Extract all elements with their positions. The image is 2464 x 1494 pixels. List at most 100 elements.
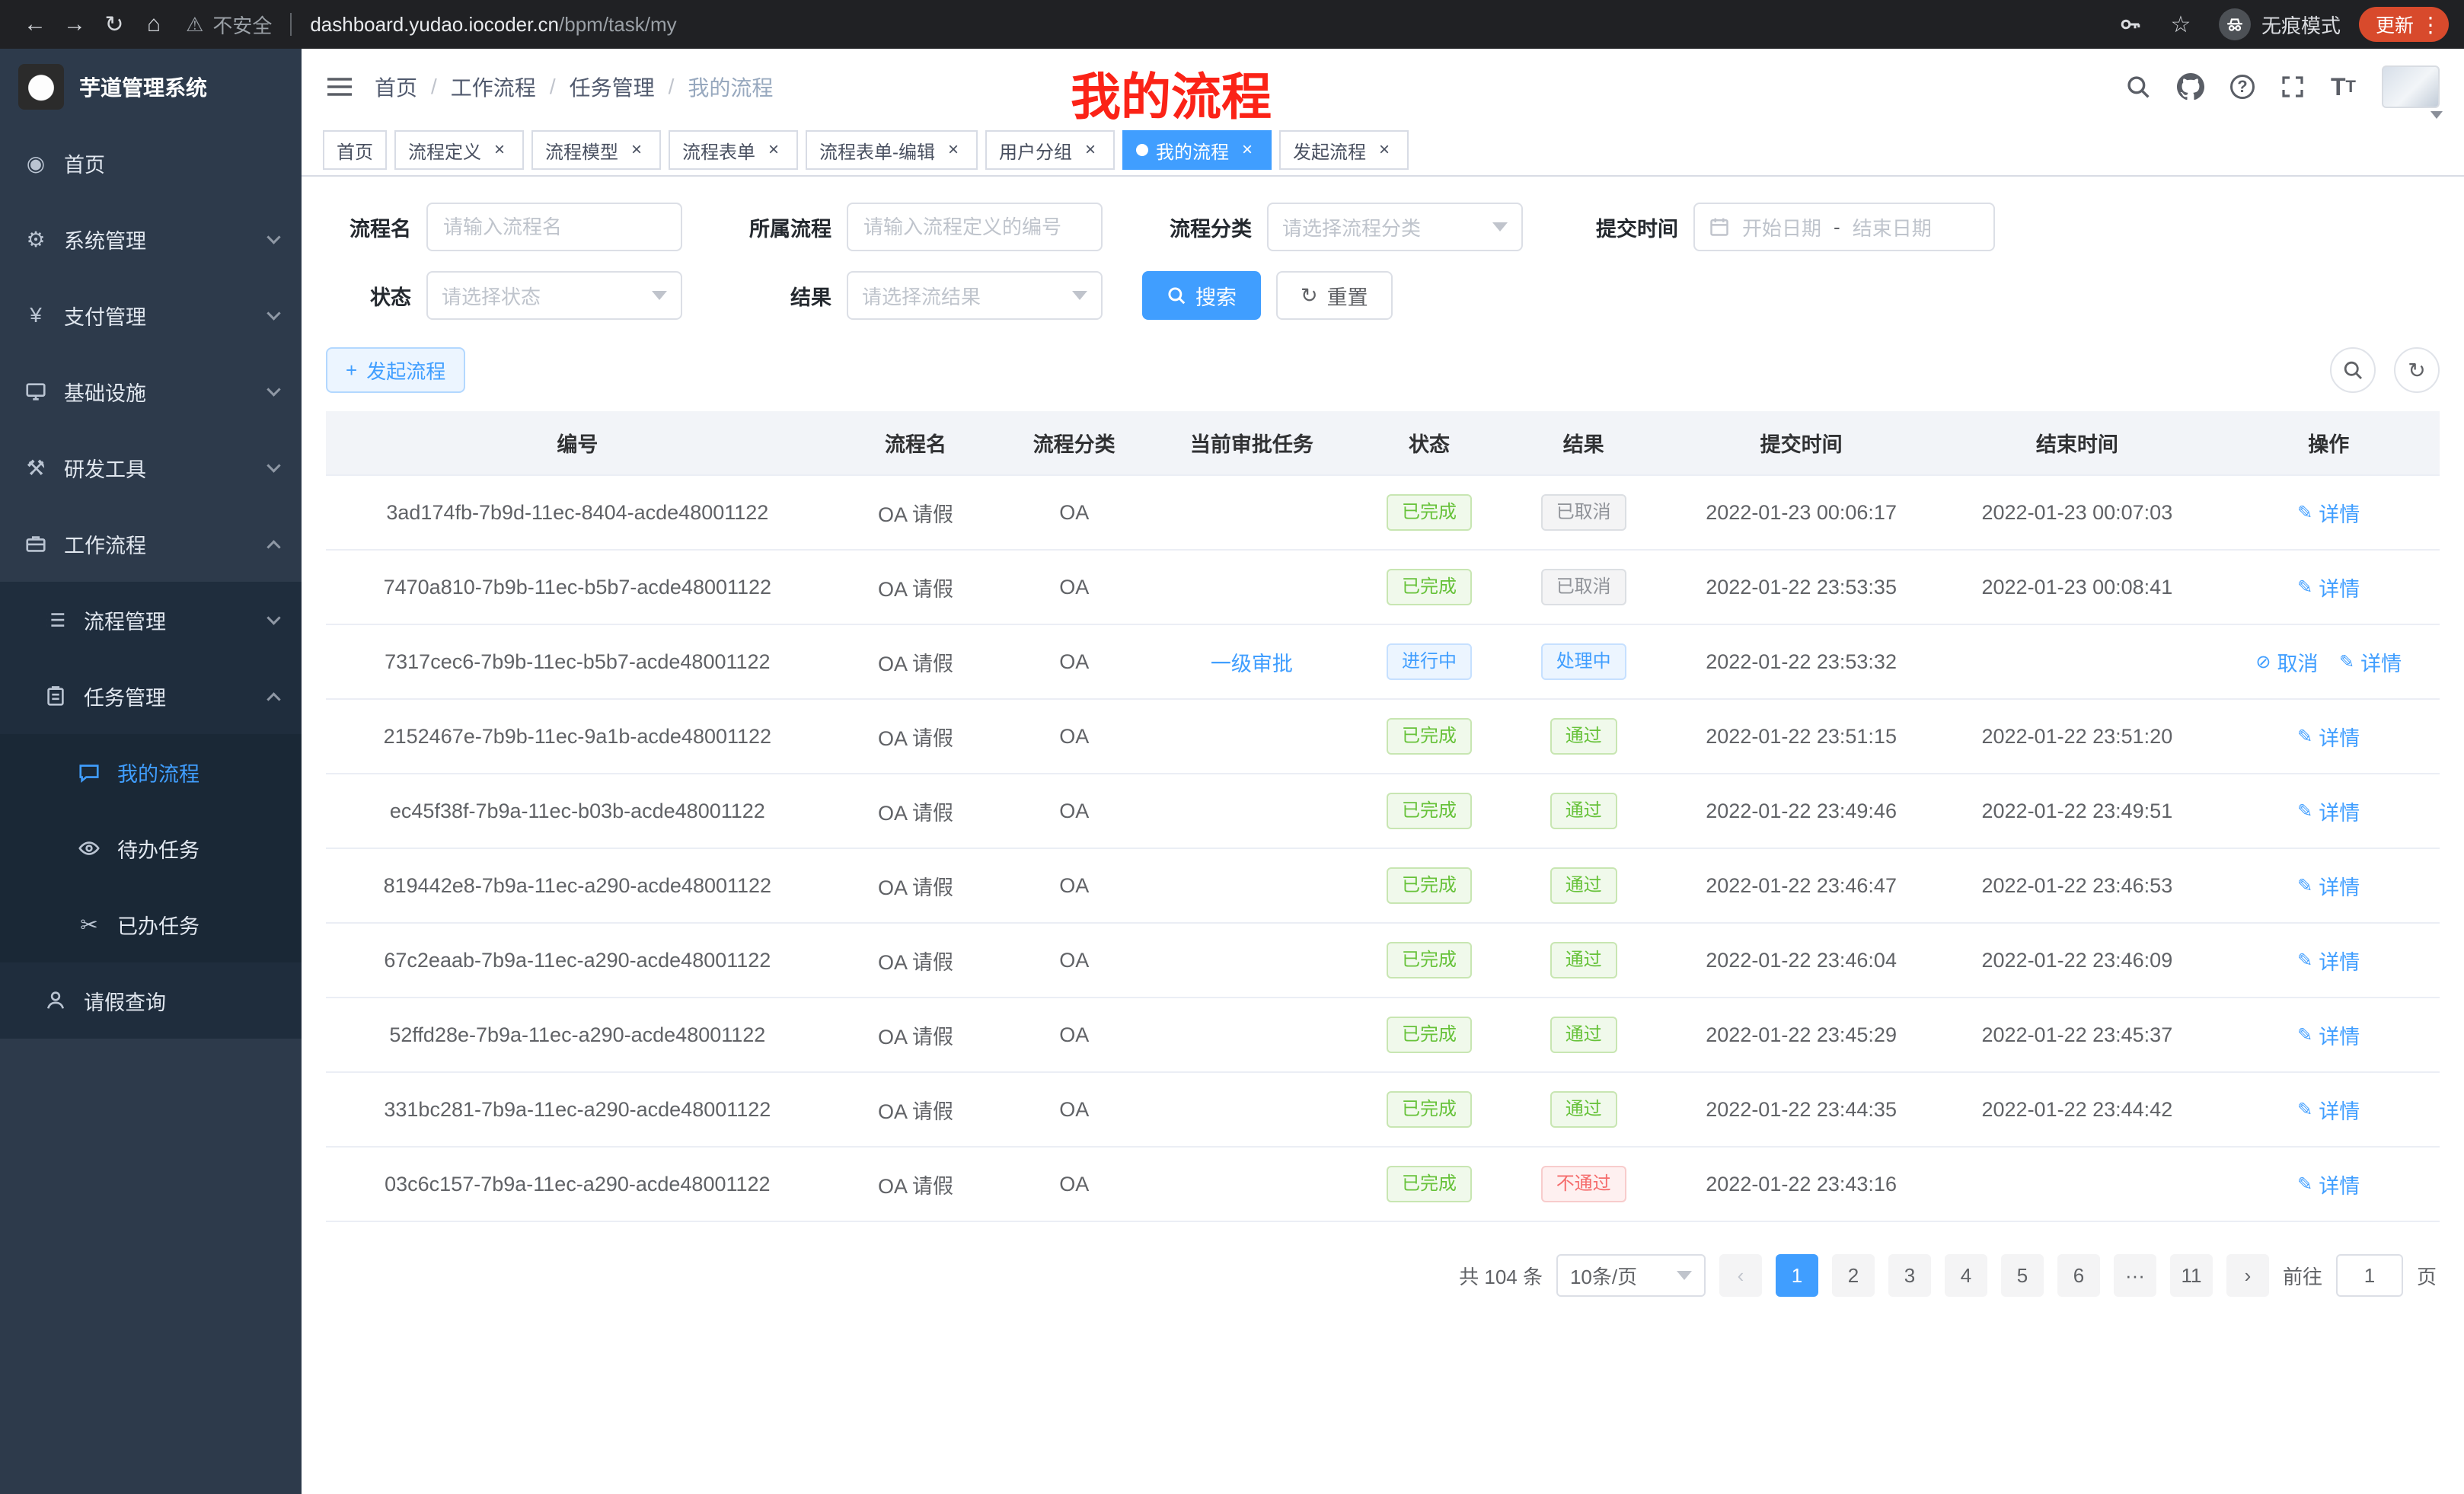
create-process-button[interactable]: + 发起流程 bbox=[326, 347, 465, 393]
status-select[interactable]: 请选择状态 bbox=[426, 271, 682, 320]
search-icon[interactable] bbox=[2125, 74, 2151, 100]
result-select[interactable]: 请选择流结果 bbox=[847, 271, 1103, 320]
github-icon[interactable] bbox=[2177, 73, 2204, 101]
cell-end-time: 2022-01-22 23:46:53 bbox=[1936, 848, 2217, 923]
cell-current-task bbox=[1146, 923, 1358, 998]
detail-link[interactable]: ✎详情 bbox=[2297, 722, 2360, 752]
search-button[interactable]: 搜索 bbox=[1142, 271, 1261, 320]
bookmark-star-icon[interactable]: ☆ bbox=[2161, 5, 2201, 44]
yen-icon: ¥ bbox=[23, 303, 49, 327]
user-menu[interactable] bbox=[2382, 65, 2440, 108]
password-key-icon[interactable] bbox=[2118, 12, 2143, 37]
browser-reload-icon[interactable]: ↻ bbox=[94, 5, 134, 44]
detail-link[interactable]: ✎详情 bbox=[2297, 796, 2360, 826]
sidebar-item-process-mgmt[interactable]: 流程管理 bbox=[0, 582, 302, 658]
detail-link[interactable]: ✎详情 bbox=[2297, 871, 2360, 901]
page-button-last[interactable]: 11 bbox=[2170, 1254, 2213, 1297]
detail-link[interactable]: ✎详情 bbox=[2297, 498, 2360, 528]
close-icon[interactable]: × bbox=[763, 139, 784, 161]
breadcrumb-item-home[interactable]: 首页 bbox=[375, 72, 417, 102]
sidebar-item-leave-query[interactable]: 请假查询 bbox=[0, 962, 302, 1039]
tab-my-process[interactable]: 我的流程× bbox=[1122, 130, 1272, 170]
browser-back-icon[interactable]: ← bbox=[15, 5, 55, 44]
sidebar-item-dev-tools[interactable]: ⚒ 研发工具 bbox=[0, 429, 302, 506]
sidebar-item-workflow[interactable]: 工作流程 bbox=[0, 506, 302, 582]
cell-id: 67c2eaab-7b9a-11ec-a290-acde48001122 bbox=[326, 923, 829, 998]
cell-name: OA 请假 bbox=[829, 1147, 1003, 1221]
help-icon[interactable]: ? bbox=[2230, 75, 2255, 99]
fullscreen-icon[interactable] bbox=[2280, 75, 2305, 99]
tab-process-definition[interactable]: 流程定义× bbox=[394, 130, 524, 170]
font-size-icon[interactable]: TT bbox=[2331, 73, 2356, 101]
close-icon[interactable]: × bbox=[1080, 139, 1101, 161]
cancel-link[interactable]: ⊘取消 bbox=[2255, 647, 2318, 677]
tab-process-model[interactable]: 流程模型× bbox=[531, 130, 661, 170]
sidebar-item-payment[interactable]: ¥ 支付管理 bbox=[0, 277, 302, 353]
tab-start-process[interactable]: 发起流程× bbox=[1279, 130, 1409, 170]
current-task-link[interactable]: 一级审批 bbox=[1211, 647, 1293, 677]
browser-menu-icon[interactable]: ⋮ bbox=[2420, 12, 2441, 37]
workflow-submenu: 流程管理 任务管理 我的流程 bbox=[0, 582, 302, 1039]
breadcrumb-item-workflow[interactable]: 工作流程 bbox=[451, 72, 536, 102]
app-logo-row[interactable]: 芋道管理系统 bbox=[0, 49, 302, 125]
parent-process-input[interactable] bbox=[847, 203, 1103, 251]
tab-process-form-edit[interactable]: 流程表单-编辑× bbox=[806, 130, 978, 170]
page-button-1[interactable]: 1 bbox=[1776, 1254, 1818, 1297]
detail-link[interactable]: ✎详情 bbox=[2297, 1095, 2360, 1125]
sidebar-item-my-process[interactable]: 我的流程 bbox=[0, 734, 302, 810]
address-bar[interactable]: ⚠ 不安全 dashboard.yudao.iocoder.cn /bpm/ta… bbox=[186, 11, 2118, 39]
filter-label-parent-process: 所属流程 bbox=[722, 212, 831, 242]
close-icon[interactable]: × bbox=[626, 139, 647, 161]
process-name-input[interactable] bbox=[426, 203, 682, 251]
status-badge: 已完成 bbox=[1387, 1017, 1472, 1053]
app-logo bbox=[18, 64, 64, 110]
show-search-toggle-button[interactable] bbox=[2330, 347, 2376, 393]
page-button-3[interactable]: 3 bbox=[1888, 1254, 1931, 1297]
category-select[interactable]: 请选择流程分类 bbox=[1267, 203, 1523, 251]
cell-category: OA bbox=[1002, 848, 1146, 923]
cell-current-task bbox=[1146, 550, 1358, 624]
next-page-button[interactable]: › bbox=[2226, 1254, 2269, 1297]
filter-row-1: 流程名 所属流程 流程分类 请选择流程分类 提交时间 bbox=[326, 203, 2440, 251]
sidebar-item-label: 工作流程 bbox=[64, 529, 146, 559]
browser-update-button[interactable]: 更新 ⋮ bbox=[2359, 7, 2449, 42]
tab-user-group[interactable]: 用户分组× bbox=[985, 130, 1115, 170]
browser-forward-icon[interactable]: → bbox=[55, 5, 94, 44]
detail-link[interactable]: ✎详情 bbox=[2297, 573, 2360, 602]
page-button-2[interactable]: 2 bbox=[1832, 1254, 1875, 1297]
refresh-table-button[interactable]: ↻ bbox=[2394, 347, 2440, 393]
detail-link[interactable]: ✎详情 bbox=[2297, 1170, 2360, 1199]
detail-link[interactable]: ✎详情 bbox=[2339, 647, 2402, 677]
hamburger-icon[interactable] bbox=[326, 75, 353, 99]
goto-page-input[interactable] bbox=[2336, 1254, 2403, 1297]
avatar[interactable] bbox=[2382, 65, 2440, 108]
detail-link[interactable]: ✎详情 bbox=[2297, 1020, 2360, 1050]
sidebar-item-task-mgmt[interactable]: 任务管理 bbox=[0, 658, 302, 734]
tab-process-form[interactable]: 流程表单× bbox=[669, 130, 798, 170]
sidebar-item-todo-tasks[interactable]: 待办任务 bbox=[0, 810, 302, 886]
sidebar-item-system[interactable]: ⚙ 系统管理 bbox=[0, 201, 302, 277]
page-size-select[interactable]: 10条/页 bbox=[1556, 1254, 1706, 1297]
close-icon[interactable]: × bbox=[1237, 139, 1258, 161]
prev-page-button[interactable]: ‹ bbox=[1719, 1254, 1762, 1297]
reset-button[interactable]: ↻ 重置 bbox=[1276, 271, 1393, 320]
tab-home[interactable]: 首页 bbox=[323, 130, 387, 170]
sidebar-item-done-tasks[interactable]: ✂ 已办任务 bbox=[0, 886, 302, 962]
filter-label-result: 结果 bbox=[722, 281, 831, 311]
submit-time-range-picker[interactable]: 开始日期 - 结束日期 bbox=[1693, 203, 1995, 251]
sidebar-item-infra[interactable]: 基础设施 bbox=[0, 353, 302, 429]
result-badge: 处理中 bbox=[1541, 643, 1626, 680]
create-process-label: 发起流程 bbox=[366, 356, 445, 385]
breadcrumb-item-task-mgmt[interactable]: 任务管理 bbox=[570, 72, 655, 102]
browser-home-icon[interactable]: ⌂ bbox=[134, 5, 174, 44]
page-button-5[interactable]: 5 bbox=[2001, 1254, 2044, 1297]
more-pages-button[interactable]: ··· bbox=[2114, 1254, 2156, 1297]
close-icon[interactable]: × bbox=[1374, 139, 1395, 161]
detail-link[interactable]: ✎详情 bbox=[2297, 946, 2360, 975]
page-button-6[interactable]: 6 bbox=[2057, 1254, 2100, 1297]
page-button-4[interactable]: 4 bbox=[1945, 1254, 1987, 1297]
close-icon[interactable]: × bbox=[489, 139, 510, 161]
update-label: 更新 bbox=[2376, 11, 2414, 38]
sidebar-item-home[interactable]: ◉ 首页 bbox=[0, 125, 302, 201]
close-icon[interactable]: × bbox=[943, 139, 964, 161]
